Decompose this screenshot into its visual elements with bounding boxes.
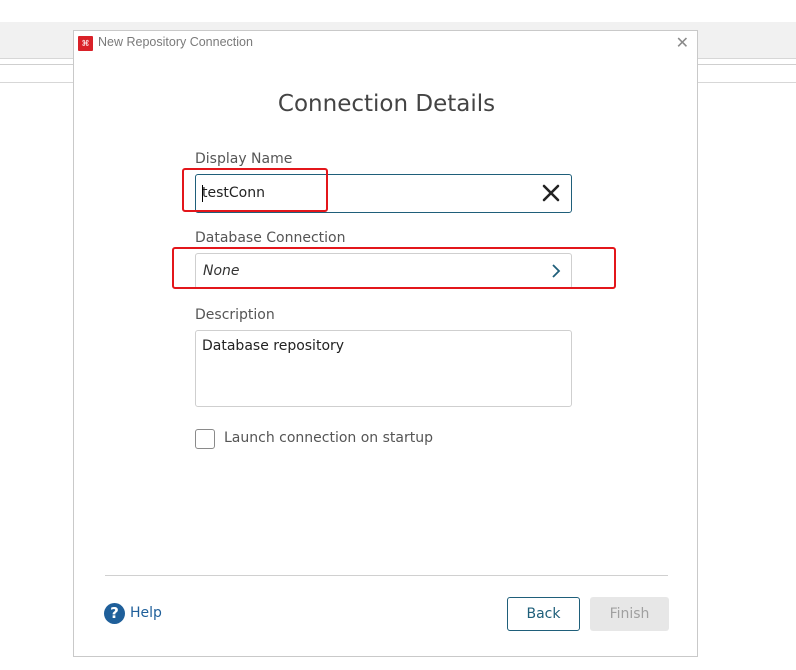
page-title: Connection Details	[277, 91, 496, 117]
dialog-titlebar: ⌘ New Repository Connection ✕	[74, 31, 697, 57]
help-icon[interactable]: ?	[104, 603, 125, 624]
app-logo-icon: ⌘	[78, 36, 93, 51]
close-icon[interactable]: ✕	[676, 34, 689, 52]
footer-divider	[105, 575, 668, 576]
description-label: Description	[195, 307, 275, 323]
database-connection-label: Database Connection	[195, 230, 346, 246]
dialog-title: New Repository Connection	[98, 35, 253, 49]
display-name-label: Display Name	[195, 151, 293, 167]
description-value: Database repository	[202, 338, 345, 354]
highlight-database-connection	[172, 247, 616, 289]
help-link[interactable]: Help	[130, 605, 162, 621]
new-repository-connection-dialog: ⌘ New Repository Connection ✕ Connection…	[73, 30, 698, 657]
highlight-display-name	[182, 168, 328, 212]
clear-icon[interactable]	[540, 182, 562, 204]
description-field[interactable]: Database repository	[195, 330, 572, 407]
finish-button: Finish	[590, 597, 669, 631]
launch-on-startup-checkbox[interactable]	[195, 429, 215, 449]
launch-on-startup-label[interactable]: Launch connection on startup	[224, 430, 433, 446]
back-button[interactable]: Back	[507, 597, 580, 631]
